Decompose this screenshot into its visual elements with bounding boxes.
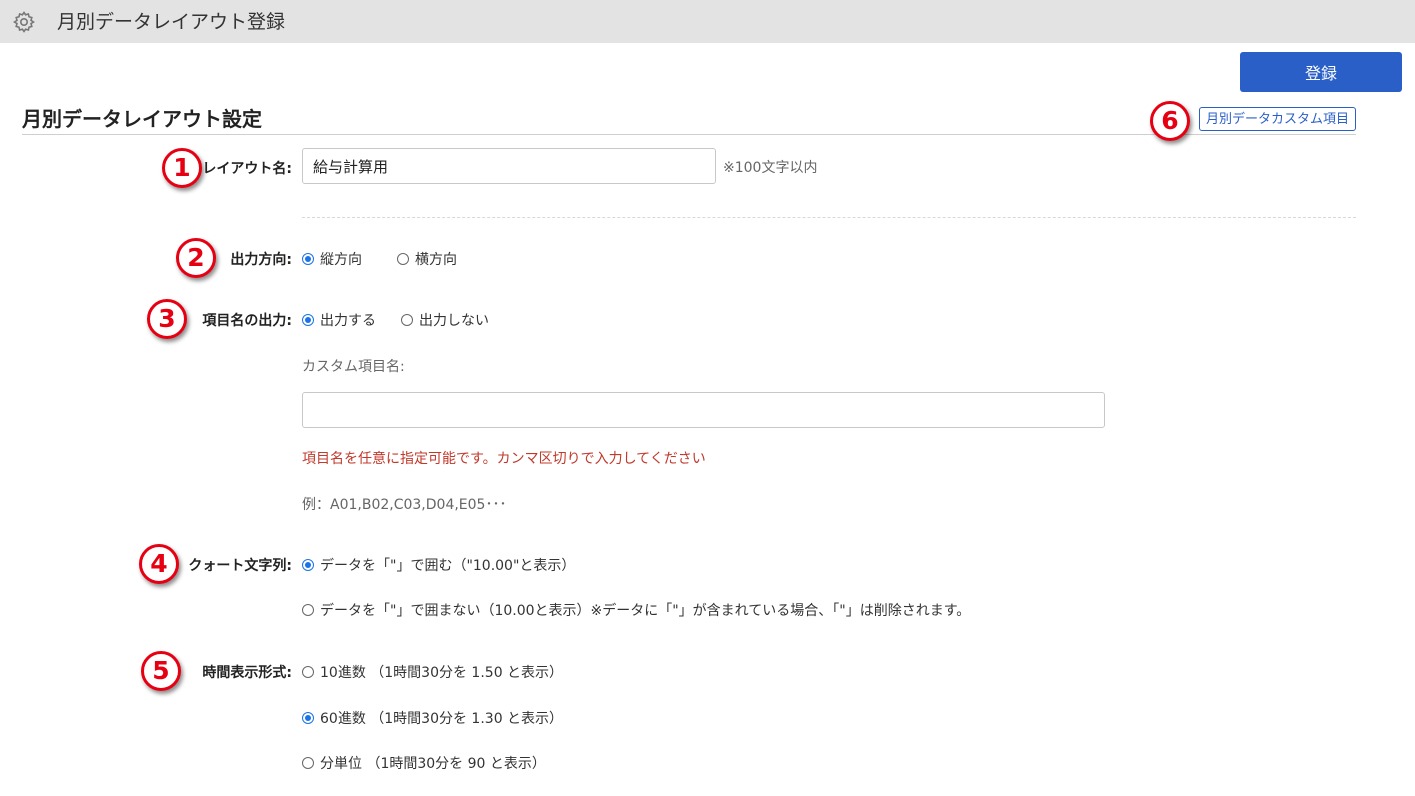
quote-no-enclose-radio[interactable]: データを「"」で囲まない（10.00と表示）※データに「"」が含まれている場合、… xyxy=(302,600,970,620)
item-name-output-label: 項目名の出力: xyxy=(202,313,292,329)
radio-label: 分単位 （1時間30分を 90 と表示） xyxy=(320,756,546,772)
dashed-divider xyxy=(302,217,1356,218)
radio-label: 出力しない xyxy=(419,313,489,329)
section-title: 月別データレイアウト設定 xyxy=(22,107,262,131)
radio-selected-icon xyxy=(302,712,314,724)
quote-enclose-radio[interactable]: データを「"」で囲む（"10.00"と表示） xyxy=(302,555,575,575)
register-button[interactable]: 登録 xyxy=(1240,52,1402,92)
marker-6: 6 xyxy=(1150,101,1190,141)
orientation-horizontal-radio[interactable]: 横方向 xyxy=(397,249,457,269)
radio-label: 縦方向 xyxy=(320,252,362,268)
item-name-output-yes-radio[interactable]: 出力する xyxy=(302,310,376,330)
orientation-vertical-radio[interactable]: 縦方向 xyxy=(302,249,362,269)
layout-name-input[interactable] xyxy=(302,148,716,184)
layout-name-label: レイアウト名: xyxy=(202,161,292,177)
radio-label: 出力する xyxy=(320,313,376,329)
radio-unselected-icon xyxy=(302,757,314,769)
custom-item-name-label: カスタム項目名: xyxy=(302,359,405,375)
radio-label: 横方向 xyxy=(415,252,457,268)
time-format-minutes-radio[interactable]: 分単位 （1時間30分を 90 と表示） xyxy=(302,753,546,773)
radio-selected-icon xyxy=(302,253,314,265)
orientation-label: 出力方向: xyxy=(230,252,292,268)
custom-item-name-warning: 項目名を任意に指定可能です。カンマ区切りで入力してください xyxy=(302,451,706,467)
custom-item-name-example: 例：A01,B02,C03,D04,E05･･･ xyxy=(302,497,507,513)
layout-name-hint: ※100文字以内 xyxy=(723,160,818,176)
custom-items-link[interactable]: 月別データカスタム項目 xyxy=(1199,107,1357,131)
custom-item-name-input[interactable] xyxy=(302,392,1105,428)
radio-unselected-icon xyxy=(302,666,314,678)
radio-selected-icon xyxy=(302,559,314,571)
radio-label: 60進数 （1時間30分を 1.30 と表示） xyxy=(320,711,564,727)
radio-label: 10進数 （1時間30分を 1.50 と表示） xyxy=(320,665,564,681)
page-title: 月別データレイアウト登録 xyxy=(57,11,286,33)
radio-label: データを「"」で囲む（"10.00"と表示） xyxy=(320,558,576,574)
gear-icon xyxy=(13,11,35,33)
top-bar: 月別データレイアウト登録 xyxy=(0,0,1415,43)
radio-label: データを「"」で囲まない（10.00と表示）※データに「"」が含まれている場合、… xyxy=(320,603,971,619)
radio-unselected-icon xyxy=(397,253,409,265)
radio-unselected-icon xyxy=(302,604,314,616)
item-name-output-no-radio[interactable]: 出力しない xyxy=(401,310,489,330)
time-format-decimal-radio[interactable]: 10進数 （1時間30分を 1.50 と表示） xyxy=(302,662,563,682)
time-format-label: 時間表示形式: xyxy=(202,665,292,681)
quote-label: クォート文字列: xyxy=(188,558,292,574)
radio-selected-icon xyxy=(302,314,314,326)
radio-unselected-icon xyxy=(401,314,413,326)
time-format-sexagesimal-radio[interactable]: 60進数 （1時間30分を 1.30 と表示） xyxy=(302,708,563,728)
